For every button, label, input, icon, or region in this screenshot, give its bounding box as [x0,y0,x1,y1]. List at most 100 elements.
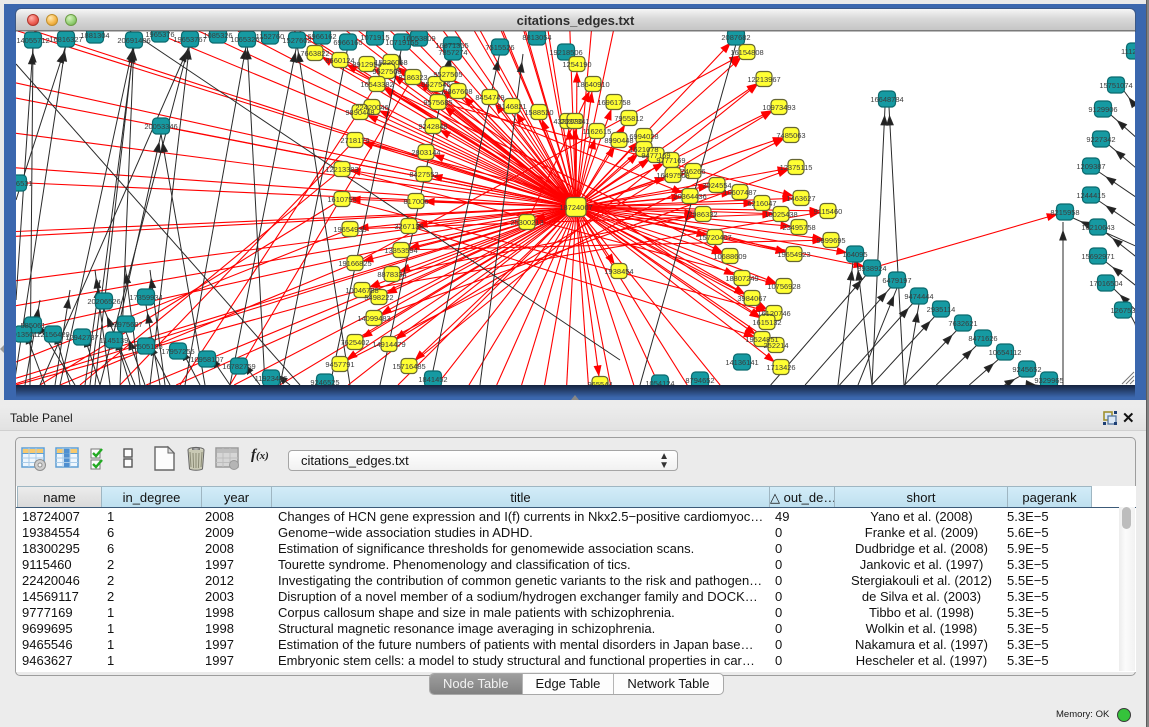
svg-text:817006: 817006 [403,197,428,206]
svg-text:8878334: 8878334 [377,270,406,279]
svg-text:23495758: 23495758 [782,223,815,232]
svg-text:19653767: 19653767 [173,35,206,44]
svg-text:8813054: 8813054 [522,33,551,42]
svg-text:14136141: 14136141 [725,358,758,367]
svg-text:6216047: 6216047 [747,199,776,208]
svg-text:10756928: 10756928 [767,282,800,291]
svg-text:2935114: 2935114 [927,305,956,314]
svg-text:3024554: 3024554 [702,181,731,190]
svg-text:15720407: 15720407 [698,233,731,242]
svg-text:8215958: 8215958 [1050,208,1079,217]
svg-text:8427552: 8427552 [409,170,438,179]
svg-text:1254190: 1254190 [562,60,591,69]
svg-text:3267130: 3267130 [394,222,423,231]
svg-text:15716485: 15716485 [392,362,425,371]
svg-text:9246525: 9246525 [310,378,339,385]
svg-text:1112541: 1112541 [1121,47,1135,56]
svg-text:2867608: 2867608 [443,87,472,96]
svg-text:20053346: 20053346 [144,122,177,131]
svg-text:16053809: 16053809 [402,34,435,43]
svg-text:1209387: 1209387 [1076,162,1105,171]
svg-text:16120746: 16120746 [757,309,790,318]
svg-text:7857274: 7857274 [438,48,467,57]
svg-text:965544: 965544 [587,380,612,385]
svg-text:12505135: 12505135 [129,342,162,351]
svg-text:20364436: 20364436 [673,192,706,201]
svg-text:9242848: 9242848 [418,122,447,131]
svg-text:164095: 164095 [842,250,867,259]
svg-text:13353594: 13353594 [384,246,417,255]
svg-text:16543382: 16543382 [360,80,393,89]
svg-text:18724007: 18724007 [559,203,592,212]
svg-text:17016504: 17016504 [1089,279,1122,288]
svg-text:1965376: 1965376 [145,31,174,39]
svg-text:1615132: 1615132 [752,318,781,327]
svg-text:16154808: 16154808 [730,48,763,57]
svg-text:1610755: 1610755 [327,195,356,204]
svg-text:1938454: 1938454 [604,267,633,276]
svg-text:1152760: 1152760 [256,32,285,41]
svg-text:9457791: 9457791 [325,360,354,369]
svg-text:2037341: 2037341 [560,117,589,126]
svg-text:9899695: 9899695 [816,236,845,245]
svg-text:19166825: 19166825 [338,259,371,268]
svg-text:15692971: 15692971 [1081,252,1114,261]
svg-text:1145139: 1145139 [100,336,129,345]
svg-text:9527505: 9527505 [433,70,462,79]
svg-text:14914479: 14914479 [372,340,405,349]
svg-text:9575685: 9575685 [423,98,452,107]
svg-text:6479197: 6479197 [882,276,911,285]
svg-text:9245652: 9245652 [1012,365,1041,374]
svg-text:17359934: 17359934 [129,293,162,302]
svg-text:126753: 126753 [1110,306,1135,315]
svg-text:16782759: 16782759 [222,362,255,371]
svg-text:252214: 252214 [763,341,788,350]
svg-text:1881304: 1881304 [80,31,109,40]
svg-text:9777169: 9777169 [656,156,685,165]
svg-text:11923446: 11923446 [255,374,288,383]
svg-text:7625402: 7625402 [340,338,369,347]
svg-text:3913501: 3913501 [16,330,38,339]
svg-text:10025438: 10025438 [764,210,797,219]
svg-text:2718179: 2718179 [340,136,369,145]
svg-text:14099483: 14099483 [357,314,390,323]
svg-text:6966160: 6966160 [333,38,362,47]
svg-text:9329965: 9329965 [1034,376,1063,385]
svg-text:8794652: 8794652 [685,376,714,385]
svg-text:12213967: 12213967 [747,75,780,84]
svg-text:25300213: 25300213 [510,218,543,227]
svg-text:13975687: 13975687 [109,320,142,329]
svg-text:12213383: 12213383 [325,165,358,174]
svg-text:1162615: 1162615 [583,127,612,136]
svg-text:1054124: 1054124 [645,379,674,385]
svg-text:10958107: 10958107 [190,355,223,364]
svg-text:10688609: 10688609 [713,252,746,261]
svg-text:15226058: 15226058 [374,58,407,67]
svg-text:9890448: 9890448 [345,108,374,117]
svg-text:1085326: 1085326 [203,31,232,40]
svg-text:14055712: 14055712 [16,36,49,45]
svg-text:2087682: 2087682 [721,33,750,42]
svg-text:20206526: 20206526 [87,297,120,306]
svg-text:16961758: 16961758 [597,98,630,107]
svg-text:1841452: 1841452 [418,375,447,384]
svg-text:12942737: 12942737 [65,333,98,342]
svg-text:9115460: 9115460 [814,207,843,216]
svg-text:10654112: 10654112 [989,348,1022,357]
svg-text:8471626: 8471626 [968,334,997,343]
svg-text:10973493: 10973493 [762,103,795,112]
svg-text:19654935: 19654935 [333,225,366,234]
svg-text:9527508: 9527508 [372,67,401,76]
svg-text:1244415: 1244415 [1076,191,1105,200]
svg-text:8454749: 8454749 [475,93,504,102]
svg-text:19654923: 19654923 [777,250,810,259]
svg-text:1463627: 1463627 [786,194,815,203]
svg-text:16816327: 16816327 [49,35,82,44]
svg-text:6994028: 6994028 [629,132,658,141]
svg-text:2026531: 2026531 [16,179,33,188]
svg-text:8938924: 8938924 [857,264,886,273]
svg-text:7955812: 7955812 [614,114,643,123]
svg-text:9227342: 9227342 [1086,135,1115,144]
svg-text:6966162: 6966162 [307,32,336,41]
svg-text:3984067: 3984067 [737,294,766,303]
